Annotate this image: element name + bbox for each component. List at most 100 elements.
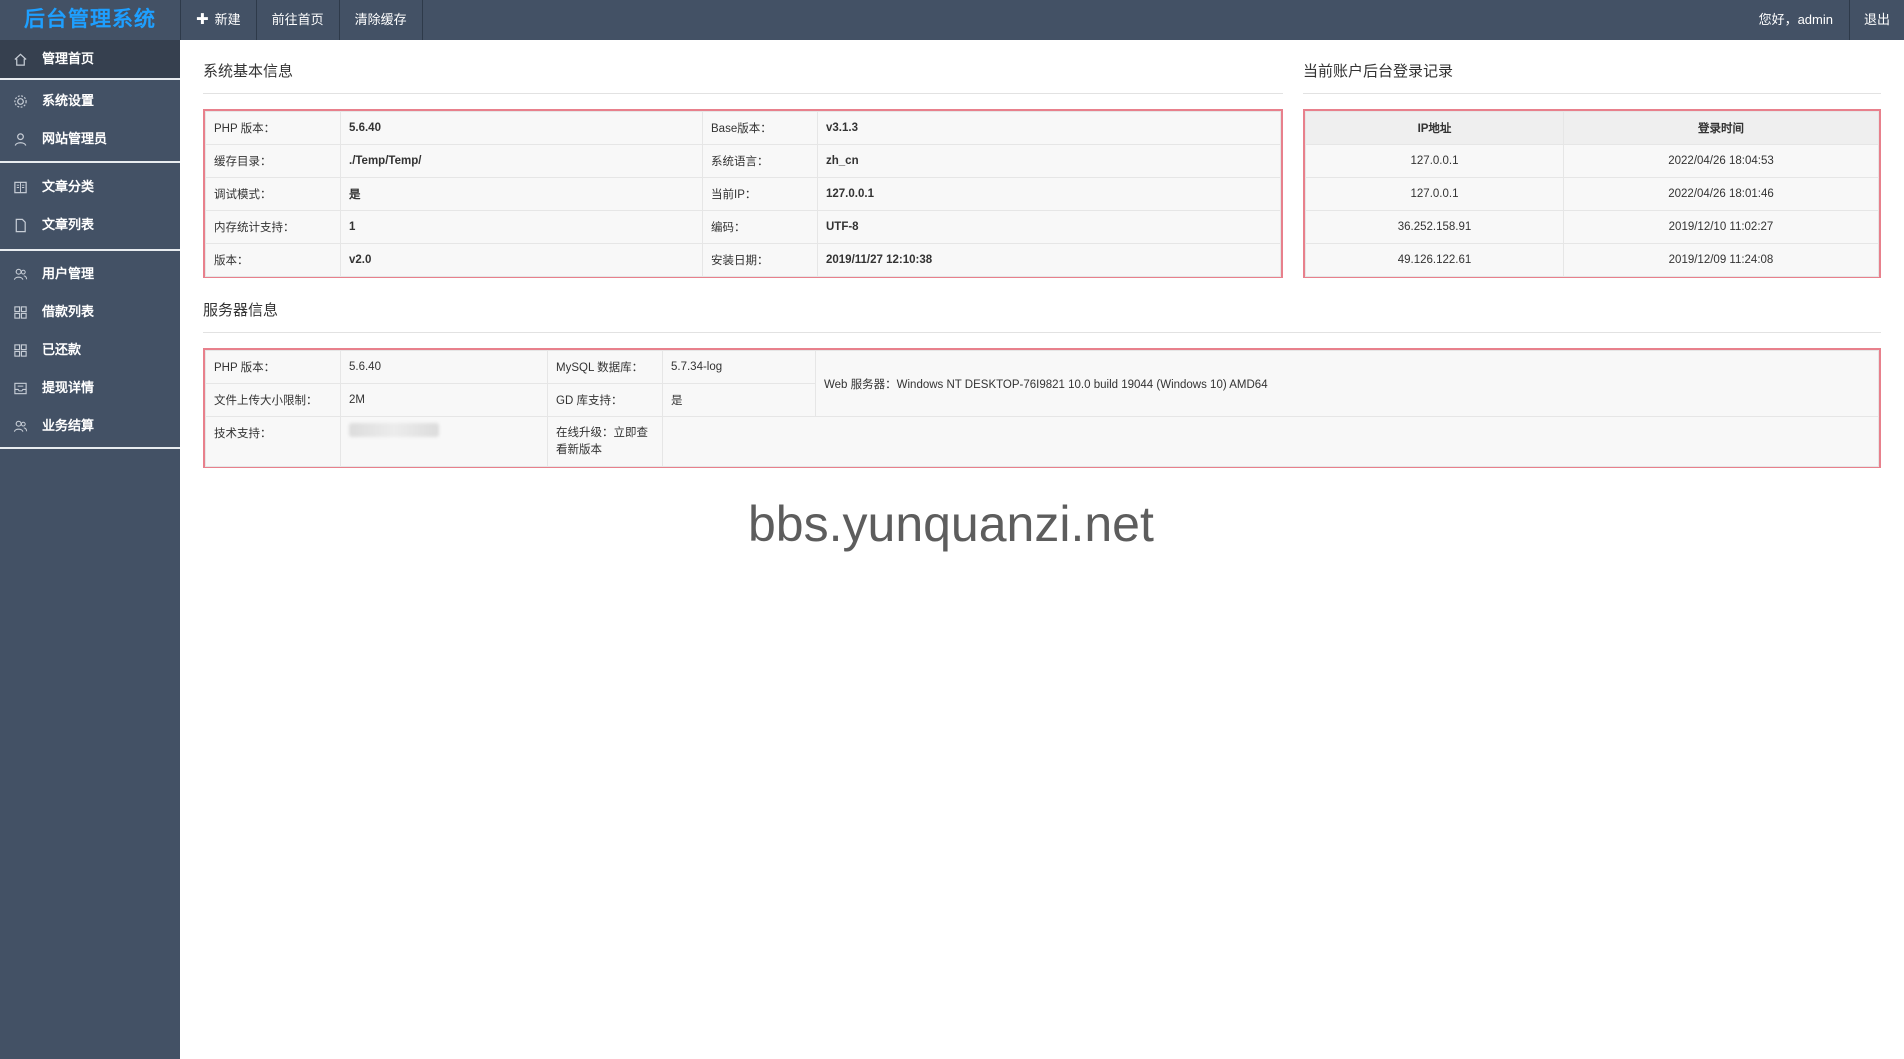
table-row: 127.0.0.1 2022/04/26 18:04:53 (1305, 144, 1879, 178)
value-cell: 2M (340, 383, 548, 417)
table-row: 49.126.122.61 2019/12/09 11:24:08 (1305, 243, 1879, 277)
document-icon (13, 218, 28, 233)
value-cell: 是 (662, 383, 816, 417)
sidebar-item-label: 文章列表 (42, 217, 95, 232)
sidebar-item-withdraw[interactable]: 提现详情 (0, 369, 180, 407)
time-cell: 2019/12/09 11:24:08 (1563, 243, 1879, 277)
ip-cell: 127.0.0.1 (1305, 144, 1564, 178)
table-row: 内存统计支持： 1 编码： UTF-8 (205, 210, 1281, 244)
value-cell: 127.0.0.1 (817, 177, 1281, 211)
label-cell: MySQL 数据库： (547, 350, 663, 384)
label-cell: 内存统计支持： (205, 210, 341, 244)
table-row: 36.252.158.91 2019/12/10 11:02:27 (1305, 210, 1879, 244)
label-cell: Base版本： (702, 111, 818, 145)
table-row: 缓存目录： ./Temp/Temp/ 系统语言： zh_cn (205, 144, 1281, 178)
label-cell: 缓存目录： (205, 144, 341, 178)
clear-cache-button[interactable]: 清除缓存 (340, 0, 423, 40)
sidebar-item-article-category[interactable]: 文章分类 (0, 168, 180, 206)
user-area: 您好，admin 退出 (1743, 0, 1904, 40)
value-cell: 是 (340, 177, 703, 211)
time-cell: 2022/04/26 18:01:46 (1563, 177, 1879, 211)
table-row: 调试模式： 是 当前IP： 127.0.0.1 (205, 177, 1281, 211)
label-cell: GD 库支持： (547, 383, 663, 417)
plus-icon: ✚ (196, 11, 209, 28)
blurred-support-link[interactable] (349, 423, 439, 437)
sidebar-divider (0, 78, 180, 80)
table-row: 版本： v2.0 安装日期： 2019/11/27 12:10:38 (205, 243, 1281, 277)
table-row: 127.0.0.1 2022/04/26 18:01:46 (1305, 177, 1879, 211)
sidebar: 管理首页 系统设置 网站管理员 文章分类 文章列表 用户管理 借款列表 已还款 … (0, 40, 180, 1059)
label-cell: PHP 版本： (205, 350, 341, 384)
sidebar-item-home[interactable]: 管理首页 (0, 40, 180, 78)
server-info-table: PHP 版本： 5.6.40 MySQL 数据库： 5.7.34-log Web… (203, 348, 1881, 468)
book-icon (13, 180, 28, 195)
grid-icon (13, 305, 28, 320)
sidebar-item-label: 管理首页 (42, 51, 95, 66)
time-cell: 2022/04/26 18:04:53 (1563, 144, 1879, 178)
users-icon (13, 419, 28, 434)
inbox-icon (13, 381, 28, 396)
sidebar-item-repaid[interactable]: 已还款 (0, 331, 180, 369)
value-cell: 1 (340, 210, 703, 244)
sidebar-divider (0, 249, 180, 251)
user-icon (13, 132, 28, 147)
table-header-row: IP地址 登录时间 (1305, 111, 1879, 145)
watermark-text: bbs.yunquanzi.net (748, 496, 1154, 552)
label-cell: 文件上传大小限制： (205, 383, 341, 417)
ip-cell: 49.126.122.61 (1305, 243, 1564, 277)
gear-icon (13, 94, 28, 109)
label-cell: 调试模式： (205, 177, 341, 211)
value-cell: v3.1.3 (817, 111, 1281, 145)
new-button-label: 新建 (214, 12, 241, 27)
logout-button[interactable]: 退出 (1848, 0, 1904, 40)
value-cell: v2.0 (340, 243, 703, 277)
table-row: PHP 版本： 5.6.40 Base版本： v3.1.3 (205, 111, 1281, 145)
sidebar-divider (0, 447, 180, 449)
label-cell: 当前IP： (702, 177, 818, 211)
sidebar-divider (0, 161, 180, 163)
system-info-table: PHP 版本： 5.6.40 Base版本： v3.1.3 缓存目录： ./Te… (203, 109, 1283, 278)
value-cell: zh_cn (817, 144, 1281, 178)
sidebar-item-label: 系统设置 (42, 93, 95, 108)
table-row: 技术支持： 在线升级：立即查看新版本 (205, 416, 1879, 467)
label-cell: 系统语言： (702, 144, 818, 178)
login-log-table: IP地址 登录时间 127.0.0.1 2022/04/26 18:04:53 … (1303, 109, 1881, 278)
go-home-button[interactable]: 前往首页 (257, 0, 340, 40)
brand-logo[interactable]: 后台管理系统 (0, 0, 180, 40)
upgrade-link[interactable]: 在线升级：立即查看新版本 (547, 416, 663, 467)
new-button[interactable]: ✚ 新建 (180, 0, 257, 40)
sidebar-item-label: 文章分类 (42, 179, 95, 194)
sidebar-item-article-list[interactable]: 文章列表 (0, 206, 180, 244)
value-cell: 5.6.40 (340, 350, 548, 384)
column-header-ip: IP地址 (1305, 111, 1564, 145)
ip-cell: 127.0.0.1 (1305, 177, 1564, 211)
support-value-cell (340, 416, 548, 467)
label-cell: 版本： (205, 243, 341, 277)
empty-cell (662, 416, 1879, 467)
column-header-login-time: 登录时间 (1563, 111, 1879, 145)
table-row: PHP 版本： 5.6.40 MySQL 数据库： 5.7.34-log Web… (205, 350, 1879, 417)
top-bar: 后台管理系统 ✚ 新建 前往首页 清除缓存 您好，admin 退出 (0, 0, 1904, 40)
user-greeting[interactable]: 您好，admin (1743, 0, 1849, 40)
grid-icon (13, 343, 28, 358)
time-cell: 2019/12/10 11:02:27 (1563, 210, 1879, 244)
sidebar-item-settings[interactable]: 系统设置 (0, 82, 180, 120)
sidebar-item-users[interactable]: 用户管理 (0, 255, 180, 293)
sidebar-item-settlement[interactable]: 业务结算 (0, 407, 180, 445)
sidebar-item-label: 借款列表 (42, 304, 95, 319)
web-server-cell: Web 服务器：Windows NT DESKTOP-76I9821 10.0 … (815, 350, 1879, 417)
value-cell: 5.7.34-log (662, 350, 816, 384)
sidebar-item-loans[interactable]: 借款列表 (0, 293, 180, 331)
sidebar-item-label: 网站管理员 (42, 131, 108, 146)
label-cell: 安装日期： (702, 243, 818, 277)
sidebar-item-label: 业务结算 (42, 418, 95, 433)
sidebar-item-admins[interactable]: 网站管理员 (0, 120, 180, 158)
value-cell: 2019/11/27 12:10:38 (817, 243, 1281, 277)
login-log-title: 当前账户后台登录记录 (1303, 60, 1881, 94)
server-info-title: 服务器信息 (203, 299, 1881, 333)
home-icon (13, 52, 28, 67)
sidebar-item-label: 提现详情 (42, 380, 95, 395)
label-cell: 编码： (702, 210, 818, 244)
sidebar-item-label: 用户管理 (42, 266, 95, 281)
value-cell: UTF-8 (817, 210, 1281, 244)
